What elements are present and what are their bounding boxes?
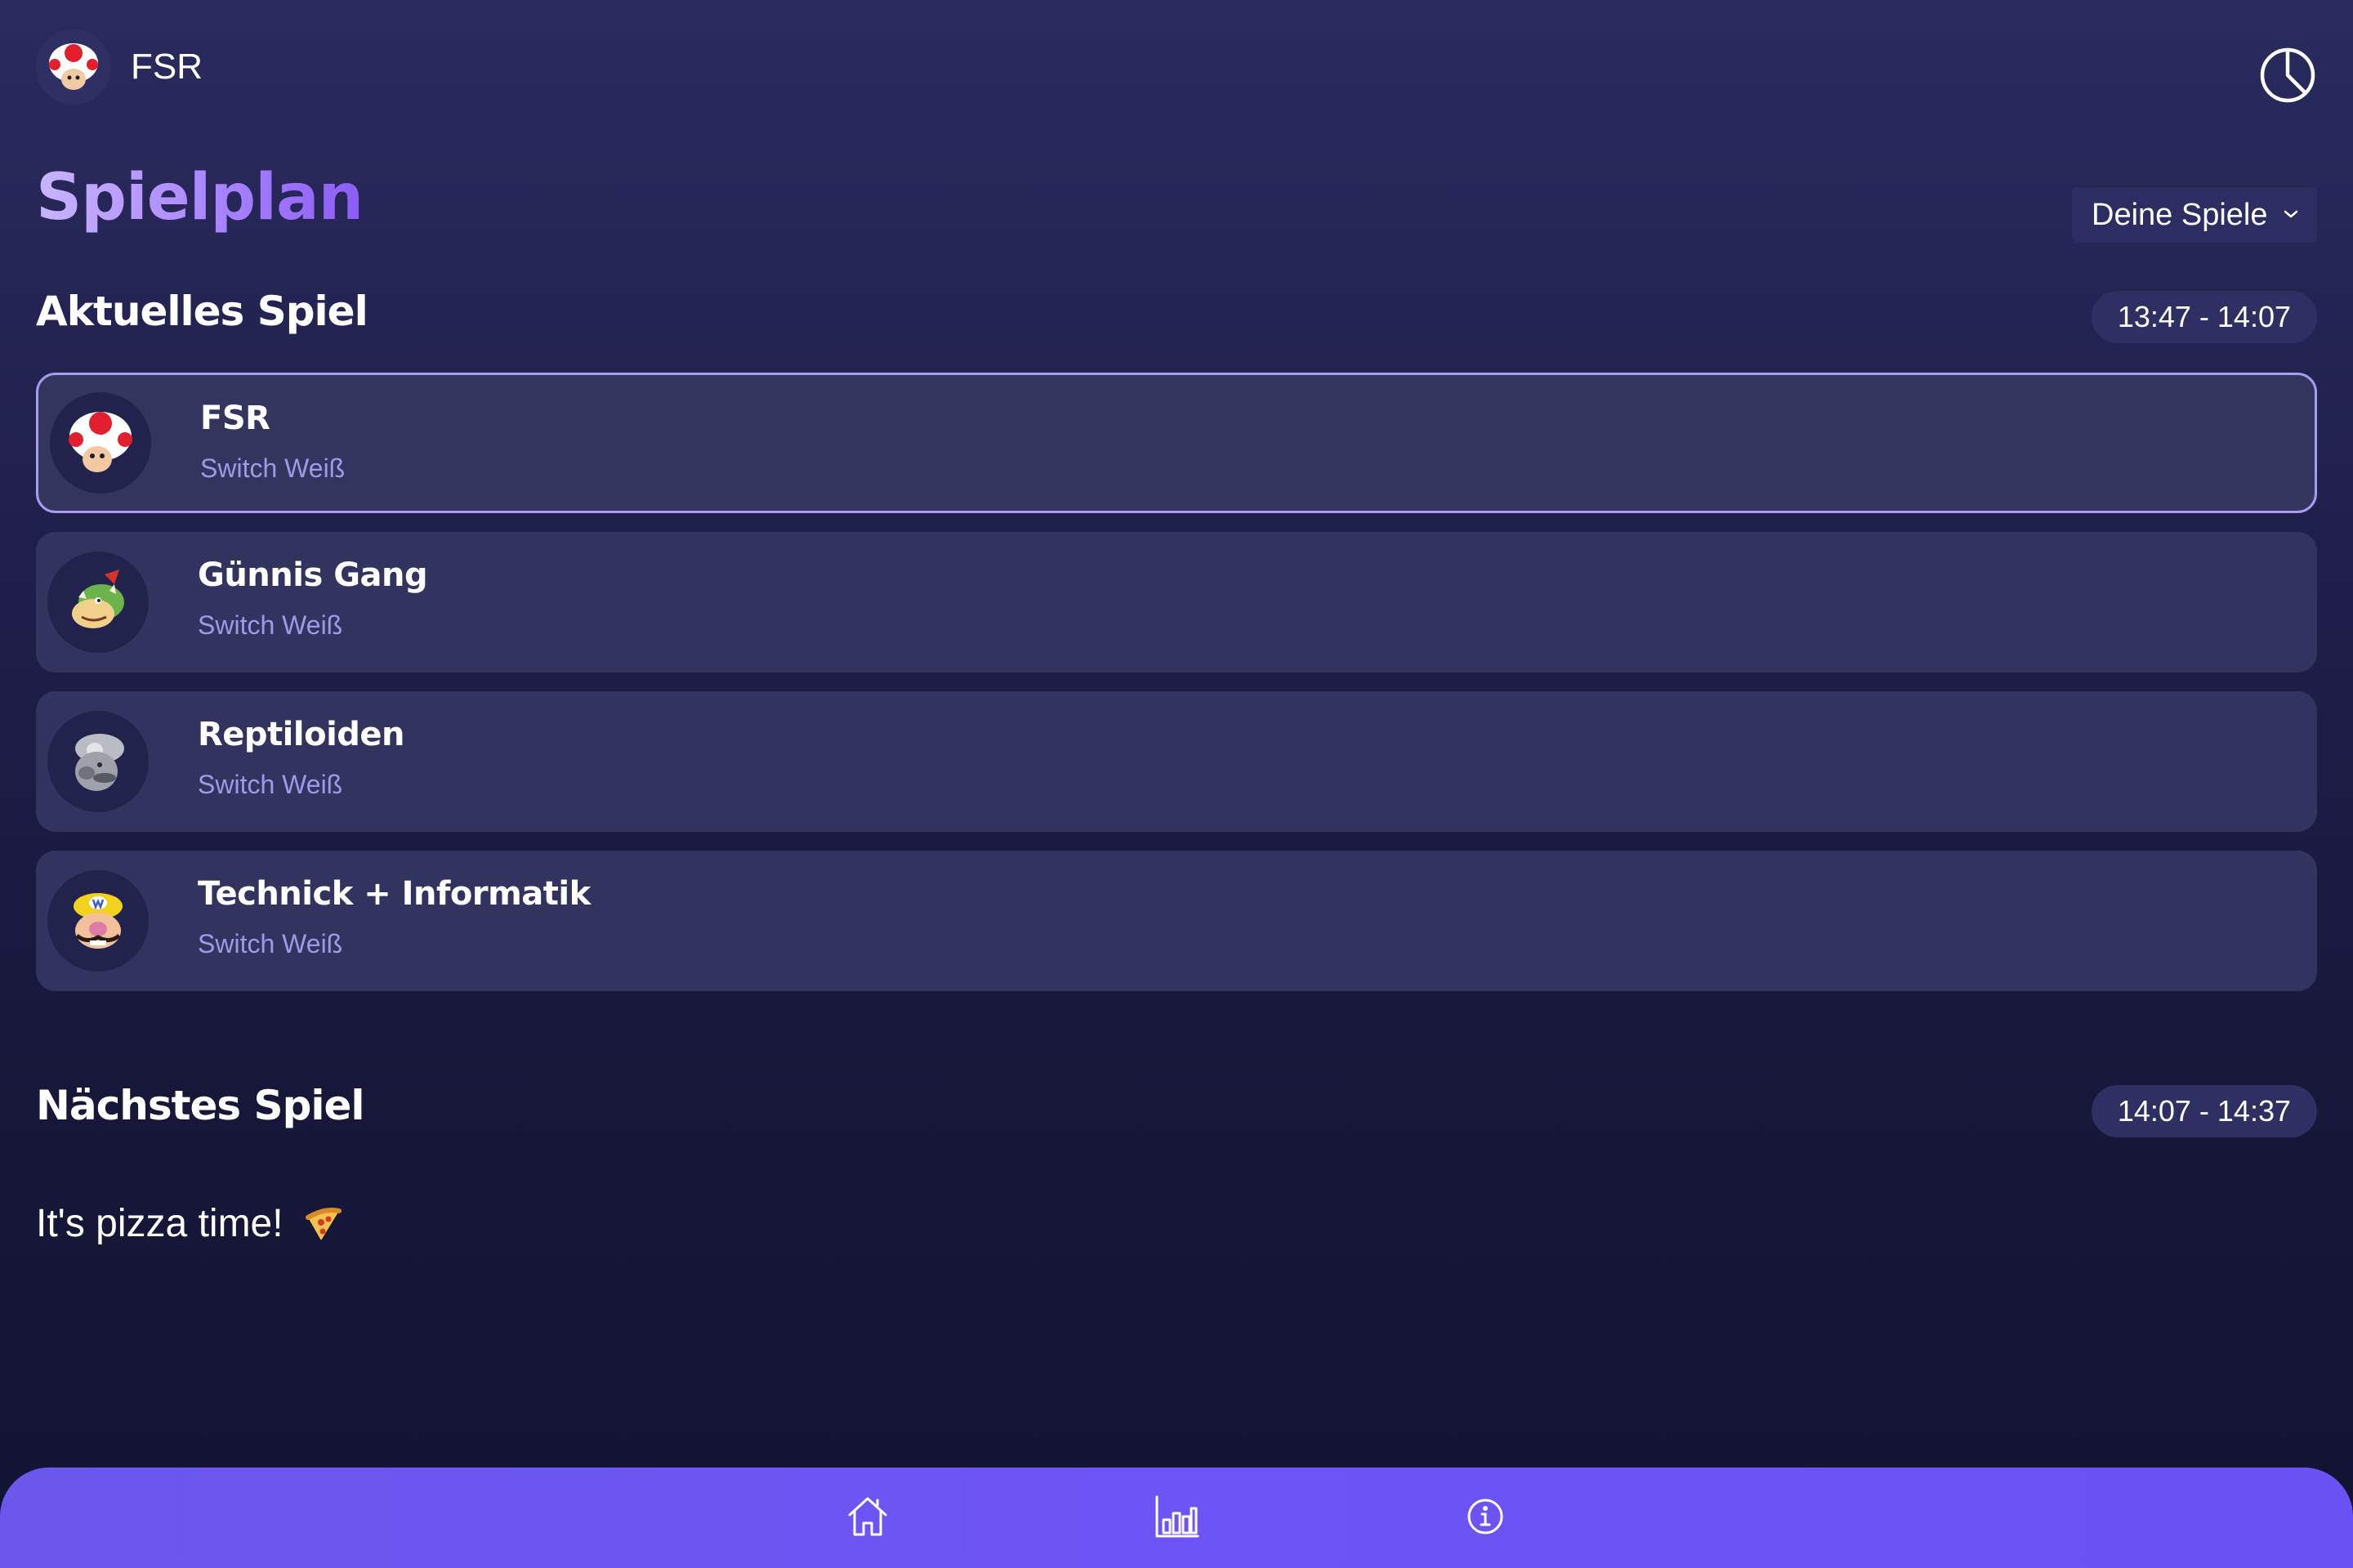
wario-icon	[47, 870, 149, 972]
team-name: Technick + Informatik	[198, 875, 591, 913]
team-info: FSR Switch Weiß	[200, 400, 345, 484]
team-name: Günnis Gang	[198, 556, 428, 594]
team-card[interactable]: Reptiloiden Switch Weiß	[36, 691, 2317, 832]
dropdown-selected-value: Deine Spiele	[2092, 197, 2268, 232]
team-device: Switch Weiß	[198, 770, 343, 799]
team-info: Günnis Gang Switch Weiß	[198, 556, 428, 641]
bowser-jr-icon	[47, 552, 149, 653]
games-filter-dropdown[interactable]: Deine Spiele	[2072, 187, 2317, 243]
team-name: Reptiloiden	[198, 716, 405, 753]
bar-chart-icon[interactable]	[1150, 1490, 1203, 1543]
team-card[interactable]: Technick + Informatik Switch Weiß	[36, 851, 2317, 991]
header-title: FSR	[131, 47, 203, 87]
current-game-heading: Aktuelles Spiel	[36, 288, 368, 335]
team-card[interactable]: Günnis Gang Switch Weiß	[36, 532, 2317, 672]
chevron-down-icon	[2283, 208, 2299, 223]
next-game-time-badge: 14:07 - 14:37	[2091, 1085, 2317, 1137]
pizza-icon	[303, 1204, 342, 1244]
team-list: FSR Switch Weiß Günnis Gang Switch Weiß	[36, 373, 2317, 1010]
pie-chart-icon[interactable]	[2258, 46, 2317, 105]
page-title: Spielplan	[36, 161, 364, 235]
bottom-navigation	[0, 1467, 2353, 1568]
team-device: Switch Weiß	[200, 453, 346, 483]
pizza-message-text: It's pizza time!	[36, 1202, 284, 1245]
team-name: FSR	[200, 400, 270, 437]
toad-mushroom-icon	[36, 29, 111, 105]
metal-mario-icon	[47, 711, 149, 812]
app-header: FSR	[36, 29, 203, 105]
toad-icon	[50, 392, 151, 494]
next-game-heading: Nächstes Spiel	[36, 1082, 365, 1129]
info-icon[interactable]	[1459, 1490, 1511, 1543]
current-game-time-badge: 13:47 - 14:07	[2091, 291, 2317, 343]
home-icon[interactable]	[842, 1490, 894, 1543]
team-info: Technick + Informatik Switch Weiß	[198, 875, 591, 959]
team-info: Reptiloiden Switch Weiß	[198, 716, 405, 800]
team-device: Switch Weiß	[198, 929, 343, 958]
team-card[interactable]: FSR Switch Weiß	[36, 373, 2317, 513]
team-device: Switch Weiß	[198, 610, 343, 640]
next-game-message: It's pizza time!	[36, 1201, 342, 1246]
